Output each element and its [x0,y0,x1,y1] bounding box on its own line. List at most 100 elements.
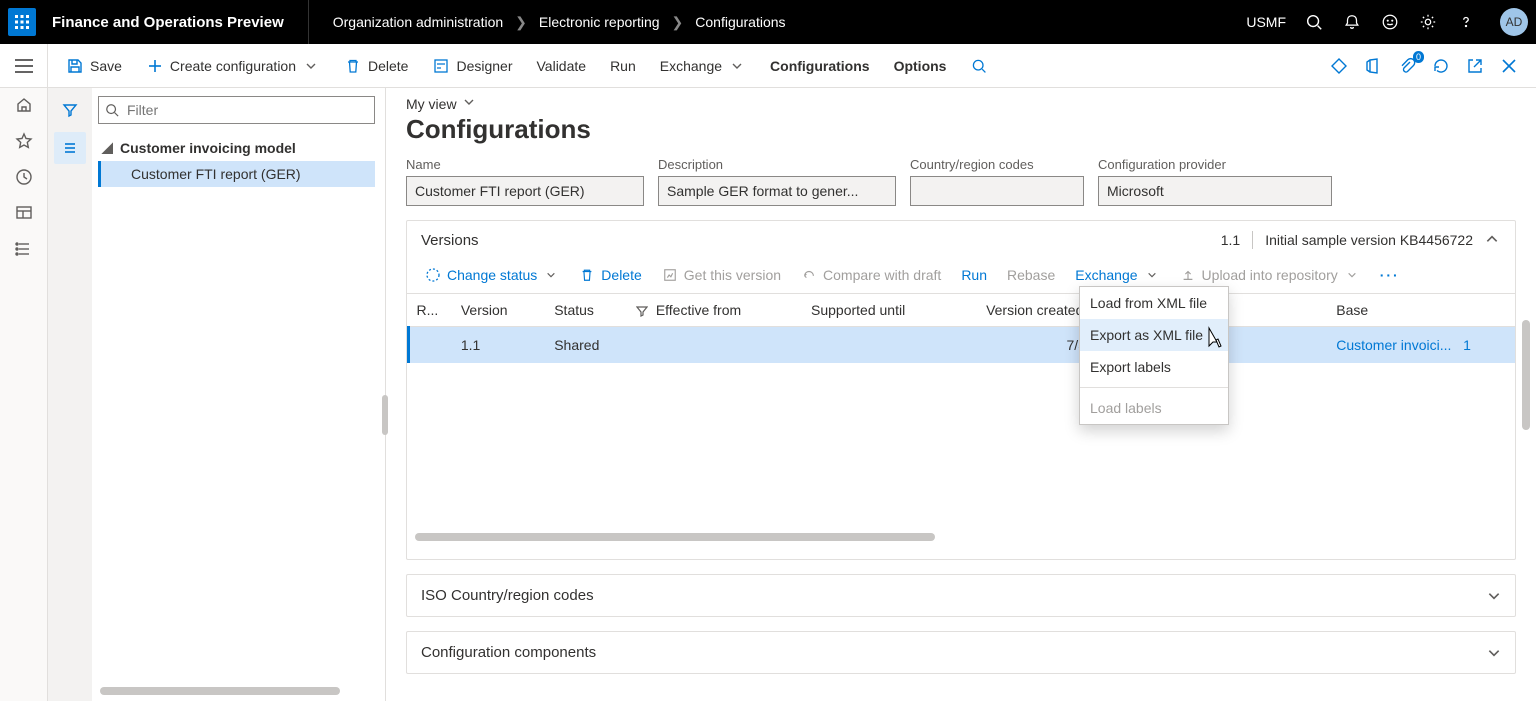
header-fields: Name Description Country/region codes Co… [406,157,1516,206]
cmd-right-icons [1328,55,1528,77]
versions-card: Versions 1.1 Initial sample version KB44… [406,220,1516,560]
col-base[interactable]: Base [1328,294,1515,327]
versions-delete-button[interactable]: Delete [573,263,647,287]
caret-down-icon: ◢ [102,139,114,156]
tree-filter-input[interactable] [125,101,368,119]
bell-icon[interactable] [1342,12,1362,32]
gear-icon[interactable] [1418,12,1438,32]
chevron-down-icon [1487,646,1501,660]
filter-tab[interactable] [54,94,86,126]
sidepanel-hscroll[interactable] [100,687,375,697]
splitter-handle[interactable] [382,395,388,435]
field-provider[interactable] [1098,176,1332,206]
col-r[interactable]: R... [409,294,453,327]
col-supported[interactable]: Supported until [803,294,978,327]
view-picker[interactable]: My view [406,96,1516,112]
modules-icon[interactable] [13,238,35,260]
home-icon[interactable] [13,94,35,116]
close-icon[interactable] [1498,55,1520,77]
versions-grid: R... Version Status Effective from Suppo… [407,294,1515,543]
help-icon[interactable] [1456,12,1476,32]
compare-icon [801,267,817,283]
tree-root[interactable]: ◢ Customer invoicing model [98,134,375,161]
field-name[interactable] [406,176,644,206]
validate-button[interactable]: Validate [527,52,597,80]
hamburger-icon[interactable] [0,44,48,87]
configurations-button[interactable]: Configurations [760,52,880,80]
versions-run-button[interactable]: Run [955,263,993,287]
main: My view Configurations Name Description … [386,88,1536,701]
list-tab[interactable] [54,132,86,164]
refresh-icon[interactable] [1430,55,1452,77]
recent-icon[interactable] [13,166,35,188]
exchange-label: Exchange [660,58,722,74]
tree-child-selected[interactable]: Customer FTI report (GER) [98,161,375,187]
office-icon[interactable] [1362,55,1384,77]
cell-status: Shared [546,327,628,364]
menu-export-xml[interactable]: Export as XML file [1080,319,1228,351]
cmd-search-button[interactable] [960,51,998,81]
sidepanel-tabs [48,88,92,701]
menu-export-labels[interactable]: Export labels [1080,351,1228,383]
trash-icon [579,267,595,283]
breadcrumb-item[interactable]: Configurations [695,14,785,30]
chevron-right-icon: ❯ [672,14,684,31]
field-description[interactable] [658,176,896,206]
more-button[interactable]: ··· [1374,267,1406,283]
chevron-down-icon [1144,267,1160,283]
designer-button[interactable]: Designer [422,51,522,81]
smile-icon[interactable] [1380,12,1400,32]
view-label: My view [406,96,457,112]
diamond-icon[interactable] [1328,55,1350,77]
upload-repo-button: Upload into repository [1174,263,1366,287]
field-country-codes[interactable] [910,176,1084,206]
col-status[interactable]: Status [546,294,628,327]
app-launcher-icon[interactable] [8,8,36,36]
section-components[interactable]: Configuration components [406,631,1516,674]
cell-version: 1.1 [453,327,546,364]
breadcrumb-item[interactable]: Electronic reporting [539,14,660,30]
main-vscroll[interactable] [1522,320,1530,430]
run-button[interactable]: Run [600,52,646,80]
save-button[interactable]: Save [56,51,132,81]
workspace-icon[interactable] [13,202,35,224]
chevron-down-icon [543,267,559,283]
menu-load-xml[interactable]: Load from XML file [1080,287,1228,319]
save-icon [66,57,84,75]
delete-button[interactable]: Delete [334,51,418,81]
chevron-down-icon [463,96,479,112]
grid-header-row: R... Version Status Effective from Suppo… [409,294,1516,327]
app-title: Finance and Operations Preview [52,0,309,44]
tree-child-label: Customer FTI report (GER) [131,166,301,182]
table-row[interactable]: 1.1 Shared 7/31/2018 5:51:01 AM Customer… [409,327,1516,364]
star-icon[interactable] [13,130,35,152]
grid-hscroll[interactable] [415,533,1507,543]
breadcrumb-item[interactable]: Organization administration [333,14,503,30]
chevron-right-icon: ❯ [515,14,527,31]
upload-icon [1180,267,1196,283]
col-version[interactable]: Version [453,294,546,327]
options-button[interactable]: Options [884,52,957,80]
create-button[interactable]: Create configuration [136,51,330,81]
configurations-label: Configurations [770,58,870,74]
cell-supported [803,327,978,364]
search-icon[interactable] [1304,12,1324,32]
company-code[interactable]: USMF [1246,14,1286,30]
attach-icon[interactable] [1396,55,1418,77]
change-status-button[interactable]: Change status [419,263,565,287]
col-effective[interactable]: Effective from [628,294,803,327]
rebase-button: Rebase [1001,263,1061,287]
exchange-button[interactable]: Exchange [650,51,756,81]
popout-icon[interactable] [1464,55,1486,77]
command-bar: Save Create configuration Delete Designe… [0,44,1536,88]
versions-title: Versions [421,232,479,249]
avatar[interactable]: AD [1500,8,1528,36]
topbar: Finance and Operations Preview Organizat… [0,0,1536,44]
menu-load-labels: Load labels [1080,392,1228,424]
versions-exchange-button[interactable]: Exchange [1069,263,1165,287]
chevron-up-icon[interactable] [1485,232,1501,248]
section-iso[interactable]: ISO Country/region codes [406,574,1516,617]
download-icon [662,267,678,283]
tree-filter[interactable] [98,96,375,124]
side-panel: ◢ Customer invoicing model Customer FTI … [48,88,386,701]
